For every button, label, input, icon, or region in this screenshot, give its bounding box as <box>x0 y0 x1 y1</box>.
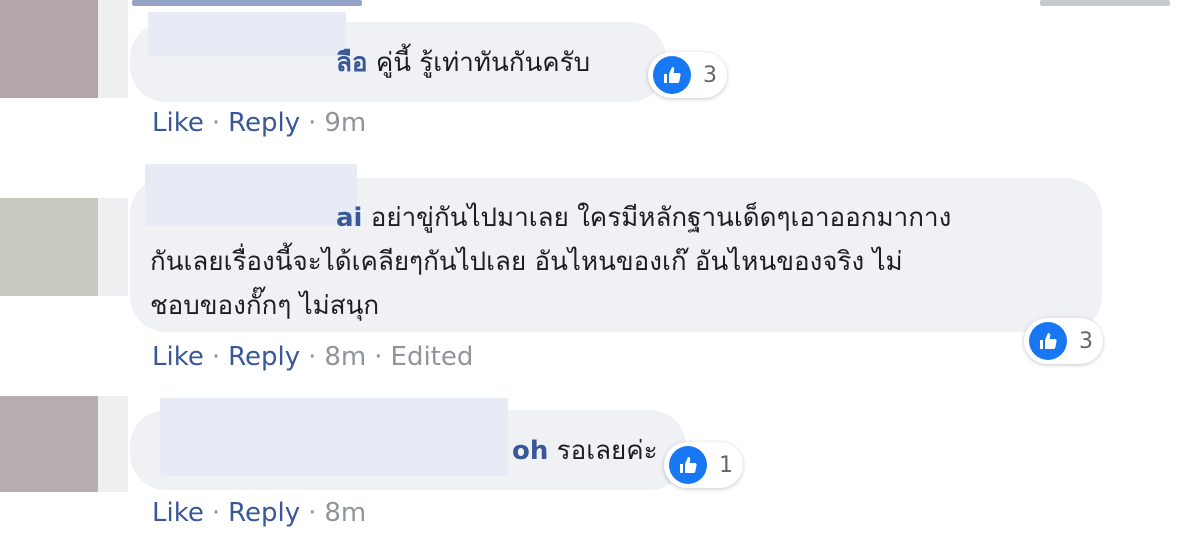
author-name[interactable]: oh <box>512 436 548 466</box>
edited-label[interactable]: Edited <box>391 342 474 372</box>
avatar[interactable] <box>0 396 98 492</box>
cropped-author-name <box>132 0 362 6</box>
author-name[interactable]: ลือ <box>336 48 368 78</box>
blurred-author-name <box>160 398 508 476</box>
blurred-author-name <box>148 12 346 56</box>
separator: · <box>308 498 317 528</box>
thumbs-up-icon <box>653 56 691 94</box>
comment-body-line: ชอบของกั๊กๆ ไม่สนุก <box>150 291 380 321</box>
reaction-count: 3 <box>1079 328 1093 354</box>
reply-link[interactable]: Reply <box>228 342 300 372</box>
separator: · <box>308 342 317 372</box>
like-link[interactable]: Like <box>152 498 204 528</box>
separator: · <box>211 342 221 372</box>
comment-text: ai อย่าขู่กันไปมาเลย ใครมีหลักฐานเด็ดๆเอ… <box>150 196 1086 328</box>
author-name[interactable]: ai <box>336 203 362 233</box>
separator: · <box>211 498 221 528</box>
comment-time[interactable]: 8m <box>324 498 366 528</box>
comment-body: คู่นี้ รู้เท่าทันกันครับ <box>375 48 591 78</box>
reply-link[interactable]: Reply <box>228 498 300 528</box>
reaction-summary[interactable]: 3 <box>1024 318 1103 364</box>
reaction-count: 1 <box>719 452 733 478</box>
comment-time[interactable]: 8m <box>324 342 366 372</box>
like-link[interactable]: Like <box>152 108 204 138</box>
thumbs-up-icon <box>669 446 707 484</box>
comment-body-line: อย่าขู่กันไปมาเลย ใครมีหลักฐานเด็ดๆเอาออ… <box>370 203 952 233</box>
separator: · <box>308 108 317 138</box>
comment-text: ลือ คู่นี้ รู้เท่าทันกันครับ <box>336 42 590 83</box>
thumbs-up-icon <box>1029 322 1067 360</box>
separator: · <box>211 108 221 138</box>
avatar-edge <box>98 198 128 296</box>
cropped-timestamp <box>1040 0 1170 6</box>
comment-time[interactable]: 9m <box>324 108 366 138</box>
reaction-summary[interactable]: 3 <box>648 52 727 98</box>
like-link[interactable]: Like <box>152 342 204 372</box>
comment-body: รอเลยค่ะ <box>556 436 658 466</box>
reaction-summary[interactable]: 1 <box>664 442 743 488</box>
comment-actions: Like · Reply · 8m · Edited <box>152 342 473 372</box>
avatar-edge <box>98 396 128 492</box>
reaction-count: 3 <box>703 62 717 88</box>
comment-body-line: กันเลยเรื่องนี้จะได้เคลียๆกันไปเลย อันไห… <box>150 247 903 277</box>
comment-text: oh รอเลยค่ะ <box>512 430 658 471</box>
avatar-edge <box>98 0 128 98</box>
avatar[interactable] <box>0 198 98 296</box>
comment-actions: Like · Reply · 8m <box>152 498 366 528</box>
separator: · <box>374 342 383 372</box>
reply-link[interactable]: Reply <box>228 108 300 138</box>
blurred-author-name <box>145 164 357 226</box>
comment-actions: Like · Reply · 9m <box>152 108 366 138</box>
avatar[interactable] <box>0 0 98 98</box>
